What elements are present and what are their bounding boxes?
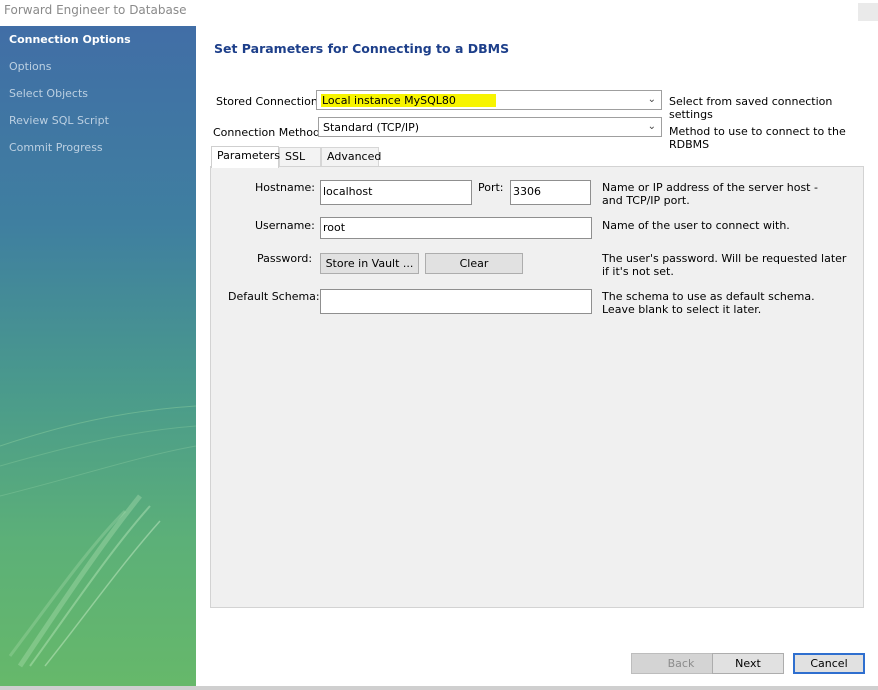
clear-password-button[interactable]: Clear <box>425 253 523 274</box>
default-schema-label: Default Schema: <box>228 290 320 303</box>
sidebar-item-connection-options[interactable]: Connection Options <box>9 33 131 46</box>
tab-ssl[interactable]: SSL <box>279 147 321 167</box>
sidebar-item-review-sql-script[interactable]: Review SQL Script <box>9 114 109 127</box>
connection-method-label: Connection Method: <box>213 126 324 139</box>
cancel-button[interactable]: Cancel <box>793 653 865 674</box>
connection-method-description: Method to use to connect to the RDBMS <box>669 125 846 151</box>
chevron-down-icon: ⌄ <box>647 94 656 105</box>
username-label: Username: <box>255 219 315 232</box>
hostname-description: Name or IP address of the server host - … <box>602 181 818 207</box>
username-field[interactable]: root <box>320 217 592 239</box>
window-title: Forward Engineer to Database <box>4 3 187 17</box>
sidebar-item-options[interactable]: Options <box>9 60 51 73</box>
store-in-vault-button[interactable]: Store in Vault ... <box>320 253 419 274</box>
stored-connection-label: Stored Connection: <box>216 95 322 108</box>
username-description: Name of the user to connect with. <box>602 219 790 232</box>
sidebar-item-commit-progress[interactable]: Commit Progress <box>9 141 103 154</box>
stored-connection-value: Local instance MySQL80 <box>321 94 496 107</box>
username-value: root <box>323 221 346 234</box>
tab-advanced[interactable]: Advanced <box>321 147 381 167</box>
wizard-sidebar: Connection Options Options Select Object… <box>0 26 196 686</box>
port-field[interactable]: 3306 <box>510 180 591 205</box>
stored-connection-select[interactable]: Local instance MySQL80 ⌄ <box>316 90 662 110</box>
tab-parameters[interactable]: Parameters <box>211 146 280 168</box>
hostname-value: localhost <box>323 185 373 198</box>
background-window-edge <box>0 686 878 690</box>
port-value: 3306 <box>513 185 541 198</box>
password-label: Password: <box>257 252 313 265</box>
window-control-button[interactable] <box>858 3 878 21</box>
password-description: The user's password. Will be requested l… <box>602 252 847 278</box>
page-title: Set Parameters for Connecting to a DBMS <box>214 41 510 56</box>
hostname-label: Hostname: <box>255 181 315 194</box>
default-schema-description: The schema to use as default schema. Lea… <box>602 290 815 316</box>
hostname-field[interactable]: localhost <box>320 180 472 205</box>
connection-method-select[interactable]: Standard (TCP/IP) ⌄ <box>318 117 662 137</box>
stored-connection-description: Select from saved connection settings <box>669 95 833 121</box>
chevron-down-icon: ⌄ <box>647 121 656 132</box>
title-bar: Forward Engineer to Database <box>0 0 878 26</box>
connection-method-value: Standard (TCP/IP) <box>323 121 420 134</box>
default-schema-field[interactable] <box>320 289 592 314</box>
sidebar-item-select-objects[interactable]: Select Objects <box>9 87 88 100</box>
port-label: Port: <box>478 181 504 194</box>
next-button[interactable]: Next <box>712 653 784 674</box>
